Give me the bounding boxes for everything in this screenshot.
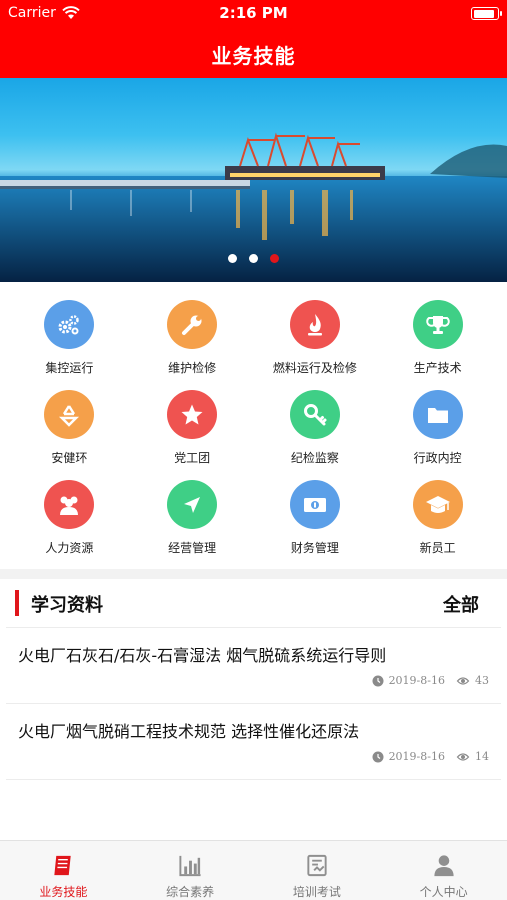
list-divider bbox=[6, 779, 501, 780]
grid-item-hr[interactable]: 人力资源 bbox=[8, 480, 131, 556]
category-grid: 集控运行 维护检修 燃料运行及检修 生产技术 安健环 党工团 纪检监察 行政内控… bbox=[8, 300, 499, 556]
star-icon bbox=[167, 390, 218, 439]
study-section-header: 学习资料 全部 bbox=[0, 579, 507, 627]
grid-item-fuel[interactable]: 燃料运行及检修 bbox=[254, 300, 377, 376]
grid-item-party[interactable]: 党工团 bbox=[131, 390, 254, 466]
battery-icon bbox=[471, 7, 502, 20]
article-item[interactable]: 火电厂石灰石/石灰-石膏湿法 烟气脱硫系统运行导则 2019-8-16 43 bbox=[6, 627, 501, 703]
status-bar: Carrier 2:16 PM bbox=[0, 0, 507, 26]
grid-item-production-tech[interactable]: 生产技术 bbox=[376, 300, 499, 376]
article-title: 火电厂烟气脱硝工程技术规范 选择性催化还原法 bbox=[18, 722, 360, 741]
article-meta: 2019-8-16 43 bbox=[372, 674, 489, 687]
grid-item-finance[interactable]: 财务管理 bbox=[254, 480, 377, 556]
grid-item-safety[interactable]: 安健环 bbox=[8, 390, 131, 466]
grid-item-label: 燃料运行及检修 bbox=[272, 361, 357, 375]
grid-item-label: 集控运行 bbox=[45, 361, 94, 375]
tab-label: 培训考试 bbox=[292, 885, 341, 899]
article-meta: 2019-8-16 14 bbox=[372, 750, 489, 763]
bar-chart-icon bbox=[179, 855, 201, 877]
article-date: 2019-8-16 bbox=[388, 674, 445, 687]
tab-comprehensive[interactable]: 综合素养 bbox=[127, 841, 254, 900]
grid-item-label: 纪检监察 bbox=[290, 451, 339, 465]
section-divider bbox=[0, 569, 507, 579]
carousel-dot[interactable] bbox=[249, 254, 258, 263]
tab-personal-center[interactable]: 个人中心 bbox=[380, 841, 507, 900]
tab-label: 业务技能 bbox=[39, 885, 88, 899]
section-accent-bar bbox=[15, 590, 19, 616]
grid-item-label: 生产技术 bbox=[413, 361, 462, 375]
page-title: 业务技能 bbox=[211, 44, 296, 68]
carousel-dot-active[interactable] bbox=[270, 254, 279, 263]
clock-icon bbox=[372, 675, 384, 686]
grid-item-new-staff[interactable]: 新员工 bbox=[376, 480, 499, 556]
carousel-dot[interactable] bbox=[228, 254, 237, 263]
recycle-icon bbox=[44, 390, 95, 439]
folder-icon bbox=[412, 390, 463, 439]
graduation-cap-icon bbox=[412, 480, 463, 529]
tab-label: 个人中心 bbox=[419, 885, 468, 899]
gears-icon bbox=[44, 300, 95, 349]
tab-training-exam[interactable]: 培训考试 bbox=[254, 841, 381, 900]
grid-item-label: 经营管理 bbox=[168, 541, 217, 555]
grid-item-label: 人力资源 bbox=[45, 541, 94, 555]
tab-bar: 业务技能 综合素养 培训考试 个人中心 bbox=[0, 840, 507, 900]
tab-business-skills[interactable]: 业务技能 bbox=[0, 841, 127, 900]
banknote-icon bbox=[289, 480, 340, 529]
carousel-indicator[interactable] bbox=[0, 254, 507, 263]
banner-carousel[interactable] bbox=[0, 78, 507, 282]
article-date: 2019-8-16 bbox=[388, 750, 445, 763]
key-icon bbox=[289, 390, 340, 439]
tab-label: 综合素养 bbox=[166, 885, 215, 899]
flame-icon bbox=[289, 300, 340, 349]
book-icon bbox=[54, 855, 72, 876]
eye-icon bbox=[456, 676, 470, 685]
article-views: 43 bbox=[475, 674, 489, 687]
article-views: 14 bbox=[475, 750, 489, 763]
grid-item-label: 维护检修 bbox=[168, 361, 217, 375]
people-icon bbox=[44, 480, 95, 529]
section-title: 学习资料 bbox=[31, 595, 103, 616]
clock-icon bbox=[372, 751, 384, 762]
trophy-icon bbox=[412, 300, 463, 349]
navigation-arrow-icon bbox=[167, 480, 218, 529]
article-title: 火电厂石灰石/石灰-石膏湿法 烟气脱硫系统运行导则 bbox=[18, 646, 387, 665]
grid-item-admin[interactable]: 行政内控 bbox=[376, 390, 499, 466]
grid-item-label: 党工团 bbox=[174, 451, 211, 465]
grid-item-discipline[interactable]: 纪检监察 bbox=[254, 390, 377, 466]
grid-item-business[interactable]: 经营管理 bbox=[131, 480, 254, 556]
grid-item-maintenance[interactable]: 维护检修 bbox=[131, 300, 254, 376]
grid-item-label: 行政内控 bbox=[413, 451, 462, 465]
grid-item-label: 安健环 bbox=[51, 451, 88, 465]
exam-icon bbox=[307, 854, 327, 877]
wrench-icon bbox=[167, 300, 218, 349]
view-all-link[interactable]: 全部 bbox=[443, 591, 479, 617]
grid-item-centralized-control[interactable]: 集控运行 bbox=[8, 300, 131, 376]
person-icon bbox=[434, 855, 454, 877]
harbor-image bbox=[0, 132, 507, 282]
navigation-bar: Carrier 2:16 PM 业务技能 bbox=[0, 0, 507, 78]
article-item[interactable]: 火电厂烟气脱硝工程技术规范 选择性催化还原法 2019-8-16 14 bbox=[6, 703, 501, 779]
grid-item-label: 财务管理 bbox=[290, 541, 339, 555]
eye-icon bbox=[456, 752, 470, 761]
grid-item-label: 新员工 bbox=[419, 541, 456, 555]
clock: 2:16 PM bbox=[219, 4, 288, 22]
